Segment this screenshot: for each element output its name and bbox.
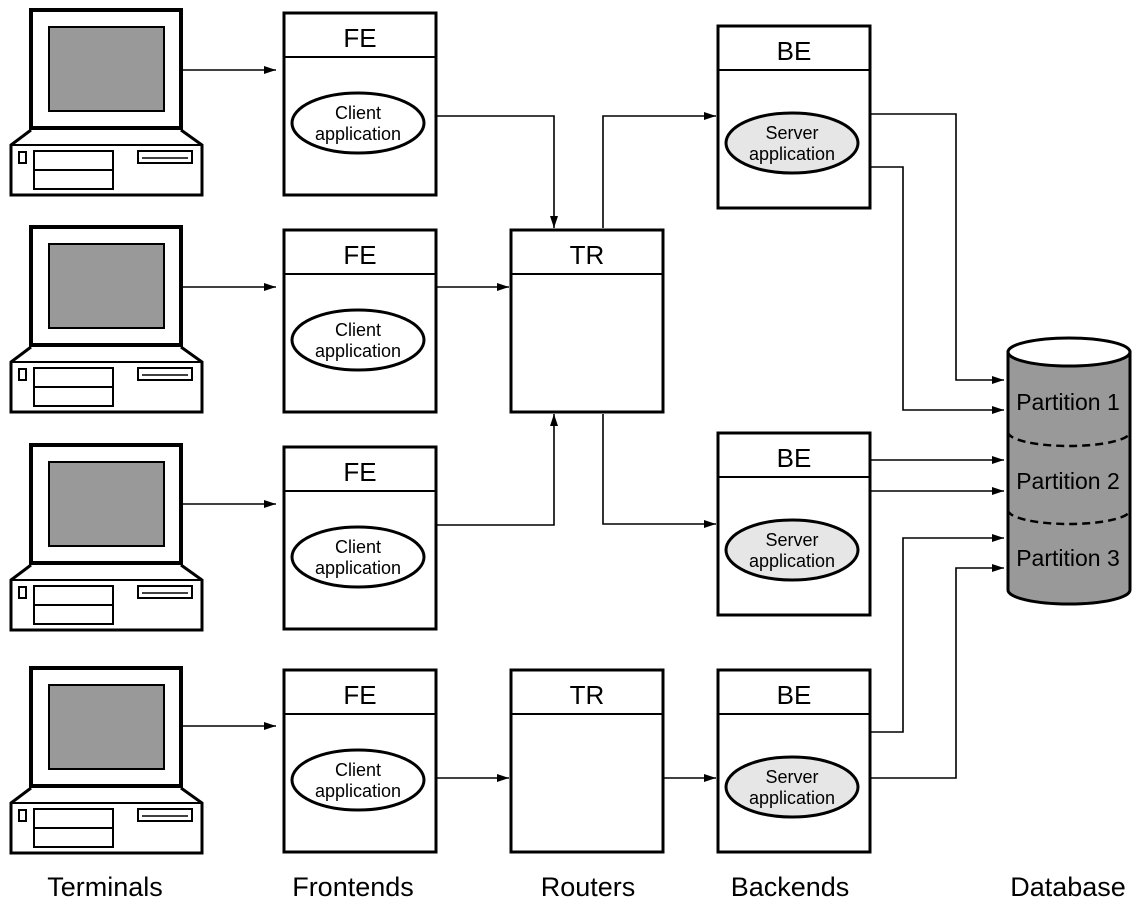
connection-arrow — [602, 112, 716, 228]
connection-arrow — [436, 115, 558, 228]
frontend-3-app-label-line1: Client — [335, 537, 381, 557]
frontend-1-label: FE — [343, 23, 376, 53]
backend-1-app-label-line1: Server — [765, 123, 818, 143]
backend-3-app-label-line1: Server — [765, 767, 818, 787]
column-label-routers: Routers — [541, 872, 636, 902]
terminal-2-icon — [9, 225, 204, 414]
frontend-1-app-label-line1: Client — [335, 103, 381, 123]
column-label-database: Database — [1010, 872, 1126, 902]
frontend-3-app-label-line2: application — [315, 558, 401, 578]
backend-2-app-label-line2: application — [749, 551, 835, 571]
backend-2-app-ellipse — [724, 518, 860, 582]
frontend-4-app-label-line1: Client — [335, 760, 381, 780]
connection-arrow — [871, 564, 1004, 779]
backend-1: BE Serverapplication — [716, 24, 872, 210]
terminal-1-icon — [9, 8, 204, 197]
partition-1-label: Partition 1 — [1016, 389, 1120, 415]
frontend-4-app-ellipse — [290, 748, 426, 812]
frontend-4-app-label-line2: application — [315, 781, 401, 801]
connection-arrow — [602, 414, 716, 528]
partition-3-label: Partition 3 — [1016, 545, 1120, 571]
backend-1-app-label-line2: application — [749, 144, 835, 164]
connection-arrow — [871, 113, 1004, 384]
router-1: TR — [509, 228, 665, 414]
connection-arrow — [871, 166, 1004, 414]
frontend-2-label: FE — [343, 240, 376, 270]
column-label-frontends: Frontends — [292, 872, 414, 902]
frontend-2: FE Clientapplication — [282, 228, 438, 414]
backend-3-app-label-line2: application — [749, 788, 835, 808]
frontend-1: FE Clientapplication — [282, 11, 438, 197]
frontend-3-label: FE — [343, 457, 376, 487]
frontend-3: FE Clientapplication — [282, 445, 438, 631]
distributed-system-diagram: FEClientapplicationFEClientapplicationFE… — [9, 8, 1132, 902]
column-label-backends: Backends — [731, 872, 850, 902]
backend-1-app-ellipse — [724, 111, 860, 175]
partition-2-label: Partition 2 — [1016, 468, 1120, 494]
frontend-1-app-label-line2: application — [315, 124, 401, 144]
frontend-2-app-ellipse — [290, 308, 426, 372]
connection-arrow — [871, 534, 1004, 733]
backend-3: BE Serverapplication — [716, 668, 872, 854]
backend-1-label: BE — [777, 36, 812, 66]
router-2-label: TR — [570, 680, 605, 710]
frontend-4: FE Clientapplication — [282, 668, 438, 854]
backend-3-label: BE — [777, 680, 812, 710]
backend-2: BE Serverapplication — [716, 431, 872, 617]
router-1-label: TR — [570, 240, 605, 270]
frontend-4-label: FE — [343, 680, 376, 710]
column-labels: Terminals Frontends Routers Backends Dat… — [47, 872, 1126, 902]
database: Partition 1 Partition 2 Partition 3 — [1006, 336, 1132, 606]
terminal-4-icon — [9, 666, 204, 855]
frontend-3-app-ellipse — [290, 525, 426, 589]
column-label-terminals: Terminals — [47, 872, 163, 902]
frontend-1-app-ellipse — [290, 91, 426, 155]
backend-2-label: BE — [777, 443, 812, 473]
frontend-2-app-label-line2: application — [315, 341, 401, 361]
connection-arrow — [436, 414, 558, 526]
backend-3-app-ellipse — [724, 755, 860, 819]
backend-2-app-label-line1: Server — [765, 530, 818, 550]
router-2: TR — [509, 668, 665, 854]
terminal-3-icon — [9, 443, 204, 632]
frontend-2-app-label-line1: Client — [335, 320, 381, 340]
